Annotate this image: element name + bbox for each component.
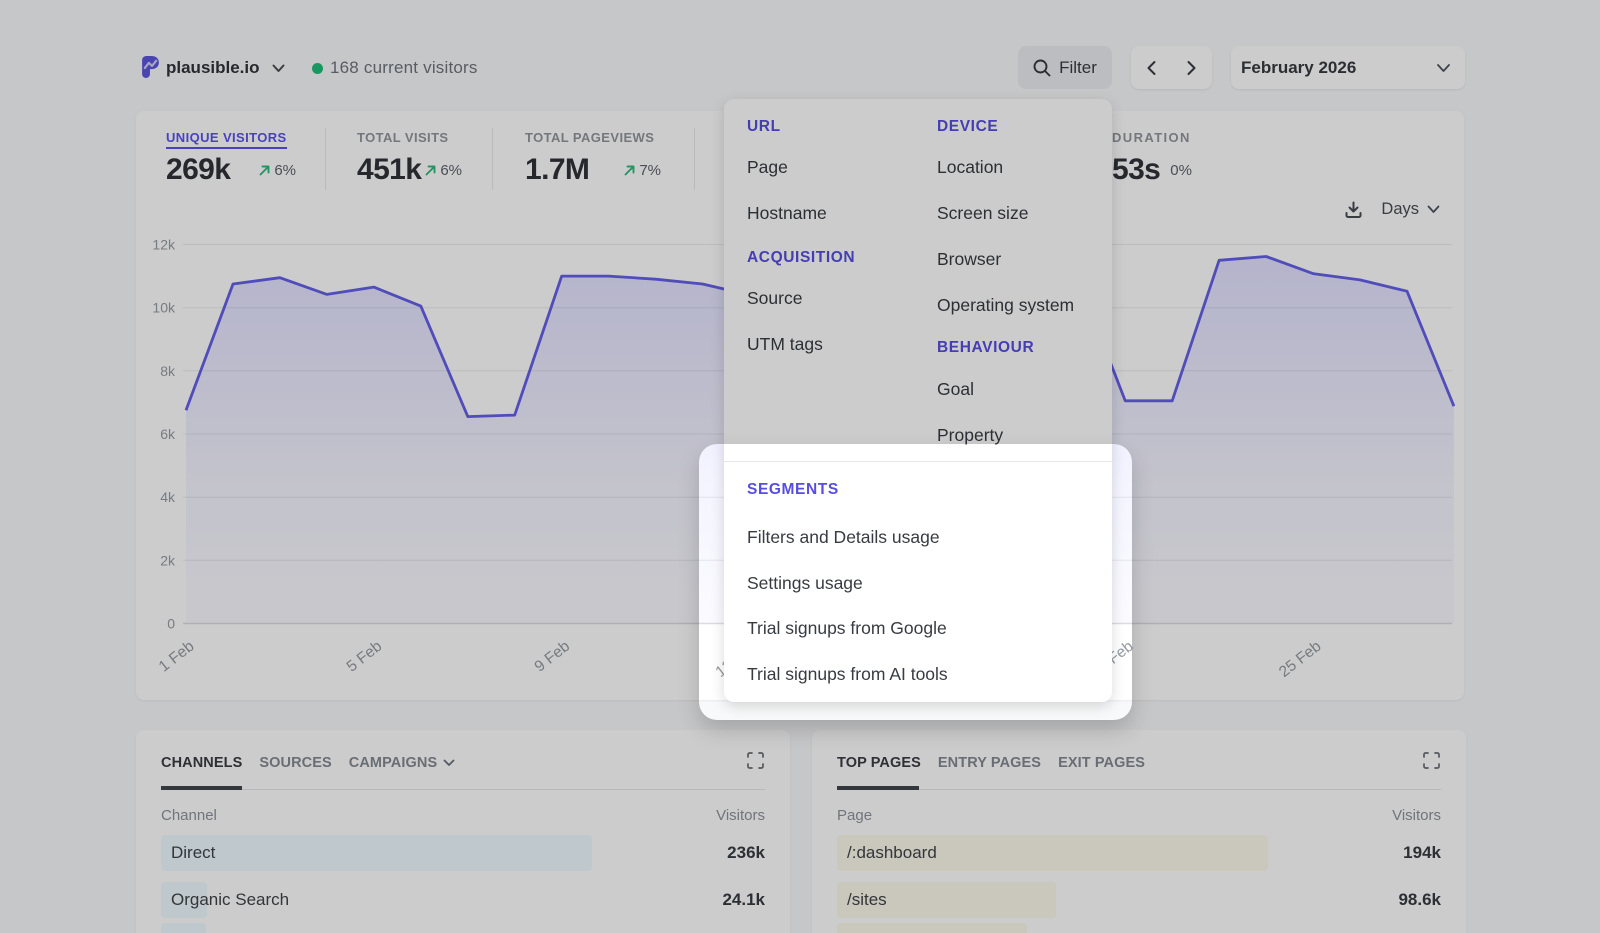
svg-text:8k: 8k (160, 363, 176, 379)
svg-text:5 Feb: 5 Feb (344, 638, 386, 676)
svg-text:9 Feb: 9 Feb (531, 638, 573, 676)
svg-text:6k: 6k (160, 426, 176, 442)
svg-text:2k: 2k (160, 552, 176, 568)
svg-text:25 Feb: 25 Feb (1276, 638, 1325, 681)
svg-text:4k: 4k (160, 489, 176, 505)
svg-text:1 Feb: 1 Feb (156, 638, 198, 676)
svg-text:0: 0 (167, 616, 175, 632)
svg-text:10k: 10k (152, 300, 176, 316)
svg-text:12k: 12k (152, 237, 176, 253)
